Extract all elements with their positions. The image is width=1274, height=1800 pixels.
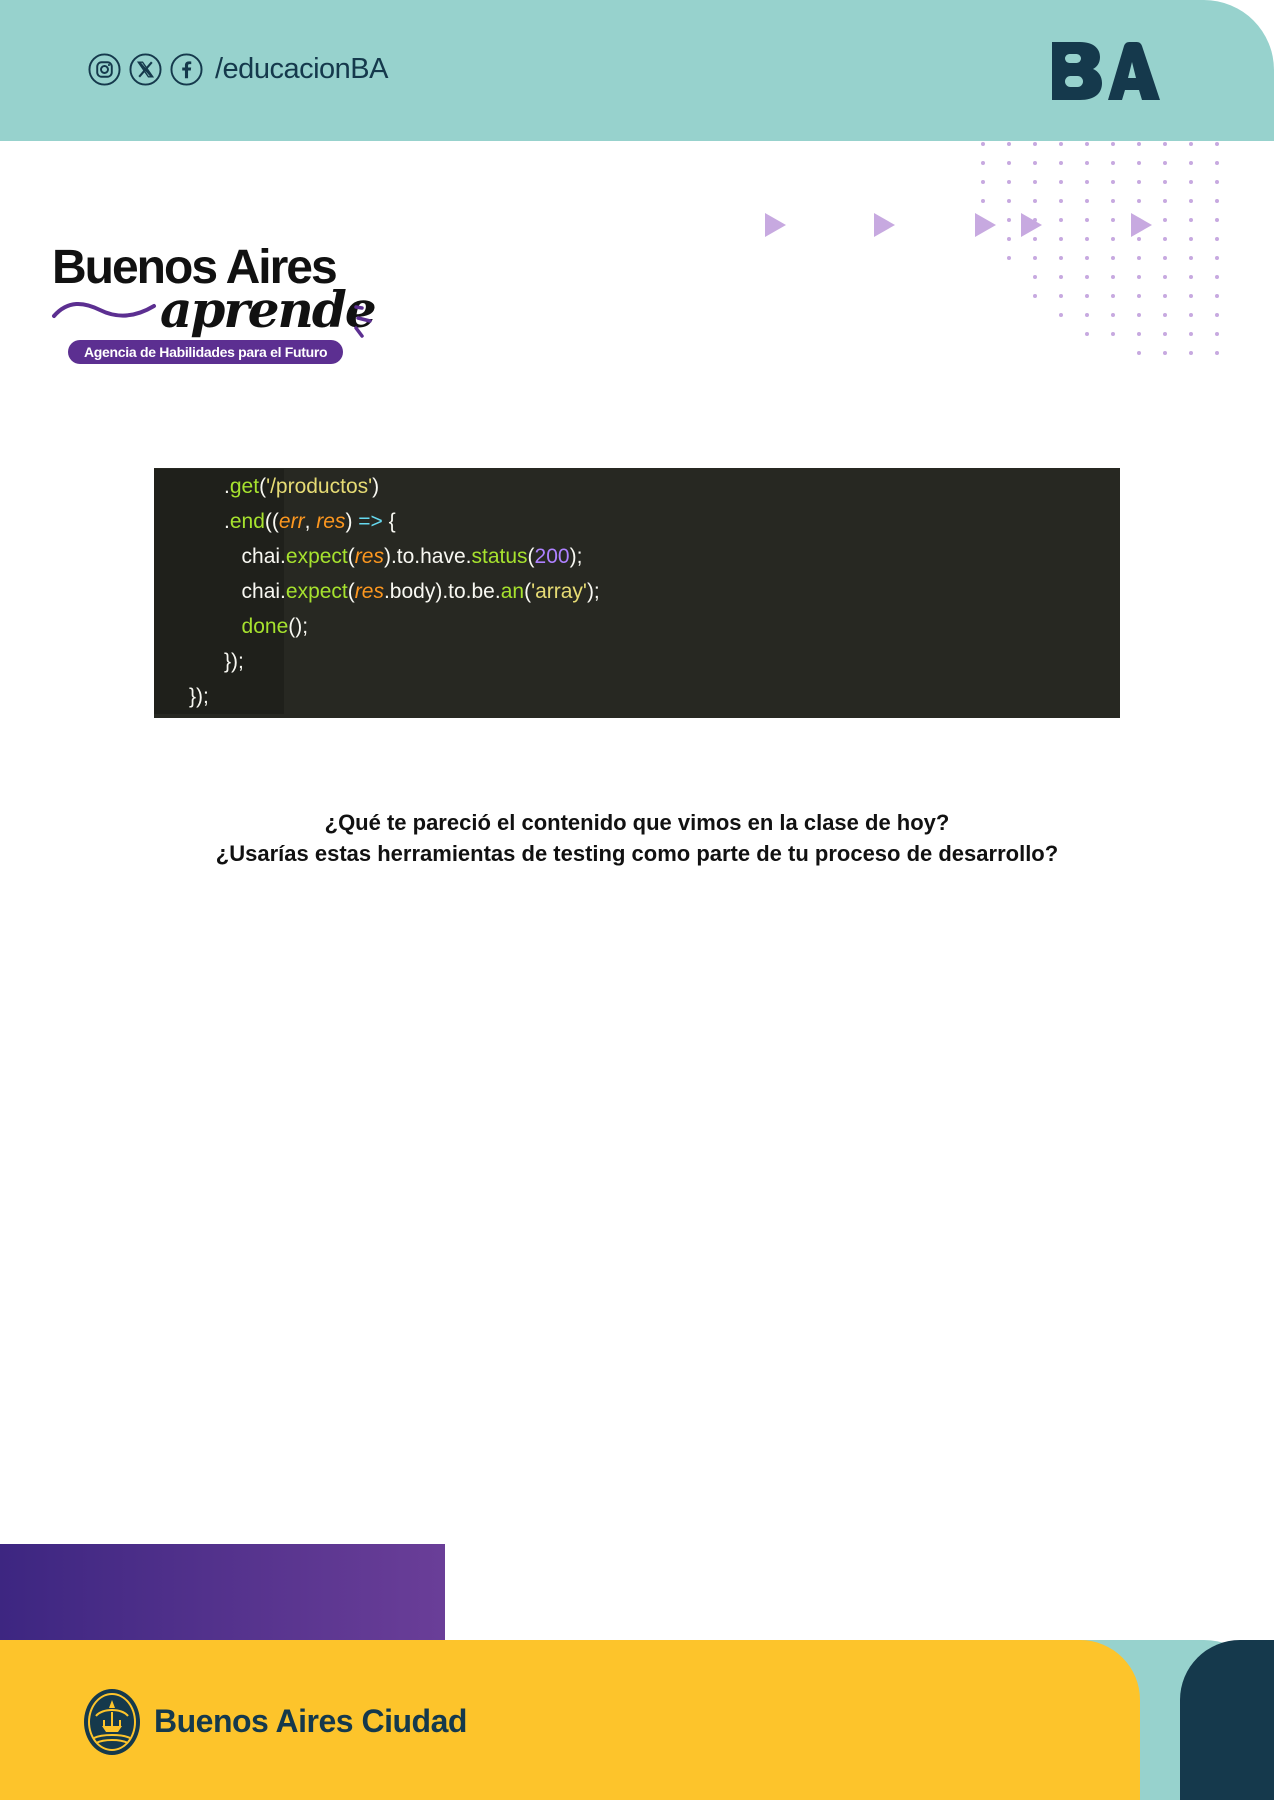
code-token: 'array' xyxy=(531,580,587,603)
code-token: .body).to.be. xyxy=(383,580,501,603)
play-arrows xyxy=(765,213,1152,237)
brand-tagline: Agencia de Habilidades para el Futuro xyxy=(68,340,344,364)
code-token: done xyxy=(241,615,289,638)
code-token: '/productos' xyxy=(266,475,373,498)
code-token: (); xyxy=(288,615,309,638)
code-token: res xyxy=(354,580,384,603)
footer-navy-shape xyxy=(1180,1640,1274,1800)
question-2: ¿Usarías estas herramientas de testing c… xyxy=(215,841,1059,866)
code-line: .get('/productos') xyxy=(154,469,1120,504)
ba-logo xyxy=(1052,42,1160,100)
code-line: }); xyxy=(154,644,1120,679)
buenos-aires-ciudad-logo: Buenos Aires Ciudad xyxy=(82,1686,467,1756)
x-icon[interactable] xyxy=(129,52,162,86)
code-line: .end((err, res) => { xyxy=(154,504,1120,539)
header-band: /educacionBA xyxy=(0,0,1274,141)
code-token: 200 xyxy=(534,545,570,568)
question-1: ¿Qué te pareció el contenido que vimos e… xyxy=(324,810,950,835)
code-token: get xyxy=(229,475,260,498)
code-token: an xyxy=(500,580,525,603)
code-line: }); xyxy=(154,679,1120,714)
social-handle[interactable]: /educacionBA xyxy=(215,53,388,86)
social-links: /educacionBA xyxy=(88,52,388,86)
code-token: => xyxy=(358,510,383,533)
code-token: (( xyxy=(264,510,279,533)
code-line: chai.expect(res).to.have.status(200); xyxy=(154,539,1120,574)
code-token: expect xyxy=(285,545,348,568)
code-token: ( xyxy=(347,580,355,603)
code-token: ( xyxy=(524,580,532,603)
code-token: err xyxy=(278,510,305,533)
code-token: ( xyxy=(259,475,267,498)
code-token: , xyxy=(304,510,317,533)
code-token: ); xyxy=(586,580,600,603)
code-line: done(); xyxy=(154,609,1120,644)
code-token: ) xyxy=(372,475,380,498)
code-line: chai.expect(res.body).to.be.an('array'); xyxy=(154,574,1120,609)
code-token: chai. xyxy=(241,580,286,603)
code-token: ( xyxy=(527,545,535,568)
code-token: status xyxy=(471,545,528,568)
buenos-aires-aprende-logo: Buenos Aires aprende Agencia de Habilida… xyxy=(50,240,390,370)
brand-line2: aprende xyxy=(160,280,377,339)
code-token: expect xyxy=(285,580,348,603)
code-token: { xyxy=(382,510,396,533)
code-token: res xyxy=(316,510,346,533)
code-token: }); xyxy=(224,650,244,673)
brand-swoosh xyxy=(52,302,156,318)
code-token: res xyxy=(354,545,384,568)
code-token: chai. xyxy=(241,545,286,568)
code-token: }); xyxy=(189,685,209,708)
code-block: .get('/productos') .end((err, res) => { … xyxy=(154,468,1120,718)
city-name: Buenos Aires Ciudad xyxy=(154,1702,467,1739)
code-token: ( xyxy=(347,545,355,568)
brand-sparks xyxy=(354,305,372,338)
code-token: ).to.have. xyxy=(383,545,472,568)
code-token: ) xyxy=(345,510,359,533)
dot-pattern xyxy=(981,142,1219,355)
city-seal-icon xyxy=(84,1689,140,1755)
instagram-icon[interactable] xyxy=(88,52,121,86)
code-token: ); xyxy=(569,545,583,568)
code-token: end xyxy=(229,510,265,533)
purple-accent-bar xyxy=(0,1544,445,1640)
facebook-icon[interactable] xyxy=(170,52,203,86)
